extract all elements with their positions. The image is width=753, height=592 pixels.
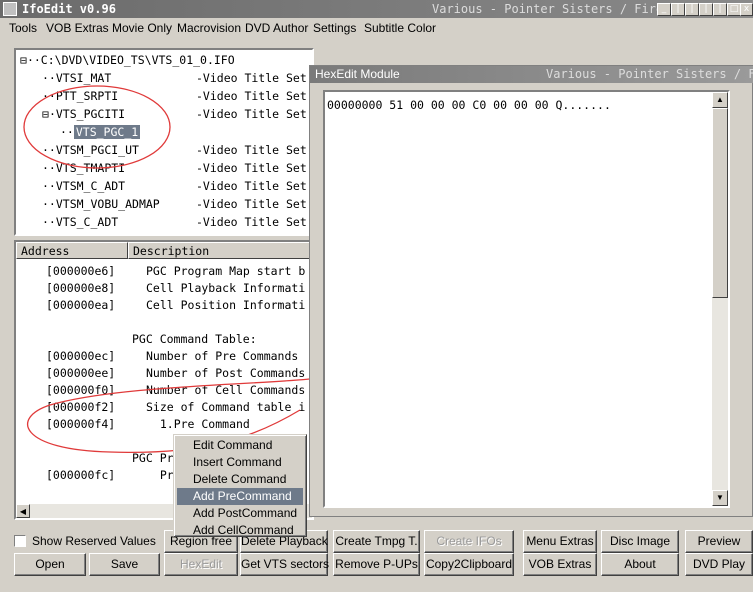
scroll-thumb[interactable] <box>712 108 728 298</box>
menu-item-edit-command[interactable]: Edit Command <box>177 437 303 454</box>
hexedit-title: HexEdit Module <box>315 67 400 81</box>
create-tmpg-button[interactable]: Create Tmpg T. <box>333 530 420 553</box>
menu-item-insert-command[interactable]: Insert Command <box>177 454 303 471</box>
scroll-up-icon[interactable]: ▲ <box>712 92 728 108</box>
menu-item-delete-command[interactable]: Delete Command <box>177 471 303 488</box>
hexedit-window[interactable]: HexEdit Module Various - Pointer Sisters… <box>309 65 753 517</box>
menu-item-add-cellcommand[interactable]: Add CellCommand <box>177 522 303 539</box>
show-reserved-checkbox[interactable] <box>14 535 26 547</box>
about-button[interactable]: About <box>601 553 679 576</box>
hexedit-title-bar[interactable]: HexEdit Module Various - Pointer Sisters… <box>310 66 753 83</box>
hex-line[interactable]: 00000000 51 00 00 00 C0 00 00 00 Q......… <box>327 98 611 112</box>
create-ifos-button[interactable]: Create IFOs <box>424 530 514 553</box>
dvd-play-button[interactable]: DVD Play <box>685 553 753 576</box>
vertical-scrollbar[interactable]: ▲ ▼ <box>712 92 728 506</box>
save-button[interactable]: Save <box>89 553 160 576</box>
annotation-circle-tree <box>23 85 171 169</box>
scroll-down-icon[interactable]: ▼ <box>712 490 728 506</box>
remove-pups-button[interactable]: Remove P-UPs <box>333 553 420 576</box>
copy2clipboard-button[interactable]: Copy2Clipboard <box>424 553 514 576</box>
menu-item-add-precommand[interactable]: Add PreCommand <box>177 488 303 505</box>
hex-editor-area[interactable]: 00000000 51 00 00 00 C0 00 00 00 Q......… <box>323 90 730 508</box>
vob-extras-button[interactable]: VOB Extras <box>523 553 597 576</box>
hexedit-title-file: Various - Pointer Sisters / Fi <box>546 67 753 81</box>
menu-extras-button[interactable]: Menu Extras <box>523 530 597 553</box>
get-vts-sectors-button[interactable]: Get VTS sectors <box>240 553 329 576</box>
disc-image-button[interactable]: Disc Image <box>601 530 679 553</box>
open-button[interactable]: Open <box>14 553 86 576</box>
hexedit-button[interactable]: HexEdit <box>164 553 238 576</box>
show-reserved-label: Show Reserved Values <box>32 534 156 548</box>
command-context-menu[interactable]: Edit Command Insert Command Delete Comma… <box>173 434 307 537</box>
preview-button[interactable]: Preview <box>685 530 753 553</box>
menu-item-add-postcommand[interactable]: Add PostCommand <box>177 505 303 522</box>
